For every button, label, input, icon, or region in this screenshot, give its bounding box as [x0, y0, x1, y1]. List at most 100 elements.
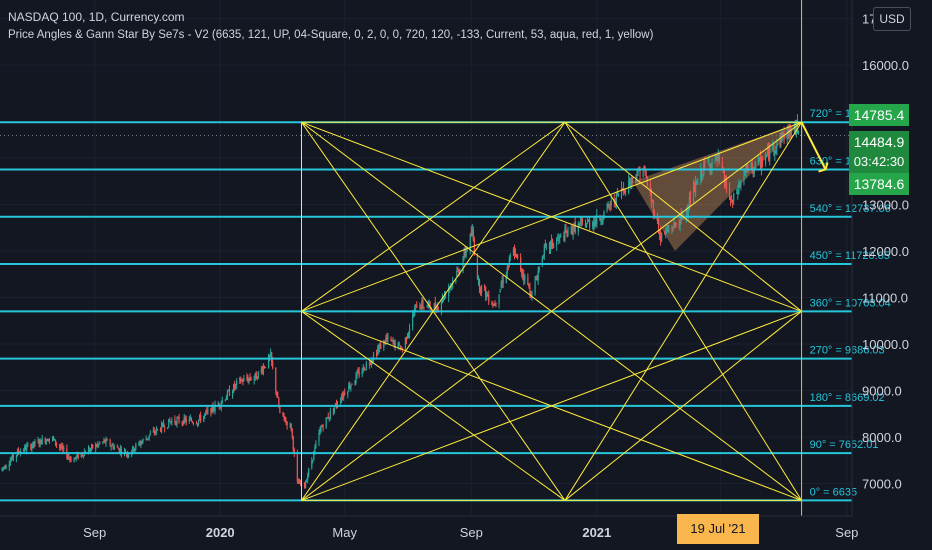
candle-body: [308, 468, 310, 476]
currency-button[interactable]: USD: [873, 7, 911, 31]
candle-body: [754, 161, 756, 169]
candle-body: [341, 396, 343, 402]
candle-body: [570, 226, 572, 229]
candle-body: [63, 447, 65, 449]
candle-body: [59, 444, 61, 448]
candle-body: [289, 424, 291, 426]
candle-body: [415, 304, 417, 307]
candle-body: [205, 411, 207, 414]
candle-body: [34, 441, 36, 445]
candle-body: [176, 418, 178, 425]
candle-body: [105, 439, 107, 444]
candle-body: [581, 218, 584, 223]
candle-body: [15, 455, 18, 459]
indicator-title[interactable]: Price Angles & Gann Star By Se7s - V2 (6…: [8, 29, 653, 41]
candle-body: [204, 413, 206, 416]
candle-body: [161, 423, 164, 425]
candle-body: [423, 307, 425, 309]
candle-body: [390, 337, 392, 341]
candle-body: [601, 221, 603, 223]
candle-body: [249, 376, 251, 380]
candle-body: [279, 407, 281, 413]
candle-body: [138, 442, 140, 444]
countdown-value: 03:42:30: [853, 154, 905, 169]
candle-body: [140, 442, 142, 445]
candle-body: [155, 428, 158, 433]
candle-body: [608, 204, 610, 207]
candle-body: [113, 446, 115, 450]
gann-level-label: 0° = 6635: [810, 486, 858, 498]
candle-body: [383, 339, 385, 348]
candle-body: [355, 374, 357, 383]
candle-body: [256, 378, 258, 380]
candle-body: [672, 229, 674, 231]
candle-body: [348, 384, 350, 392]
y-tick-label: 9000.0: [862, 383, 902, 398]
y-tick-label: 16000.0: [862, 58, 909, 73]
candle-body: [668, 229, 670, 231]
candle-body: [23, 449, 25, 451]
candle-body: [589, 220, 591, 227]
candle-body: [507, 265, 509, 267]
candle-body: [773, 146, 775, 153]
candle-body: [241, 380, 243, 382]
candle-body: [729, 198, 732, 201]
candle-body: [398, 343, 400, 345]
candle-body: [342, 395, 344, 397]
candle-body: [536, 279, 538, 281]
candle-body: [704, 160, 706, 164]
candle-body: [171, 420, 173, 423]
symbol-title[interactable]: NASDAQ 100, 1D, Currency.com: [8, 10, 185, 24]
candle-body: [320, 427, 322, 431]
candle-body: [579, 221, 581, 225]
candle-body: [149, 433, 151, 436]
candle-body: [399, 345, 401, 351]
candle-body: [775, 147, 777, 153]
candle-body: [524, 275, 526, 281]
candle-body: [643, 167, 645, 169]
candle-body: [783, 133, 785, 140]
candle-body: [494, 304, 496, 306]
candle-body: [405, 337, 408, 340]
candle-body: [757, 159, 759, 162]
candle-body: [717, 154, 719, 161]
candle-body: [38, 441, 40, 445]
candle-body: [199, 415, 201, 419]
candle-body: [82, 455, 84, 457]
candle-body: [480, 285, 483, 293]
candle-body: [505, 273, 507, 283]
candle-body: [501, 281, 503, 286]
candle-body: [534, 280, 536, 293]
candle-body: [548, 242, 551, 249]
candle-body: [650, 193, 652, 202]
candle-body: [617, 194, 620, 196]
candle-body: [377, 349, 379, 355]
candle-body: [512, 248, 515, 256]
candle-body: [307, 475, 309, 480]
candle-body: [607, 204, 609, 206]
candle-body: [311, 460, 313, 468]
candle-body: [733, 193, 735, 202]
candle-body: [521, 268, 523, 274]
candle-body: [592, 222, 594, 227]
candle-body: [206, 411, 208, 413]
candle-body: [141, 441, 143, 444]
candle-body: [436, 306, 438, 311]
candle-body: [226, 391, 229, 399]
candle-body: [416, 305, 418, 308]
candle-body: [103, 439, 105, 441]
candle-body: [364, 369, 366, 371]
candle-body: [240, 379, 242, 383]
candle-body: [437, 308, 439, 310]
candle-body: [379, 344, 381, 349]
price-chart[interactable]: 0° = 663590° = 7652.01180° = 8669.02270°…: [0, 0, 932, 550]
candle-body: [354, 381, 356, 386]
candle-body: [329, 411, 331, 418]
candle-body: [277, 395, 279, 398]
candle-body: [109, 439, 111, 446]
candle-body: [603, 210, 605, 220]
candle-body: [750, 162, 752, 169]
candle-body: [96, 445, 98, 447]
candle-body: [600, 220, 602, 222]
chart-area[interactable]: 0° = 6635 90° = 7652.01 180° = 8669.02 270°…: [0, 0, 932, 550]
